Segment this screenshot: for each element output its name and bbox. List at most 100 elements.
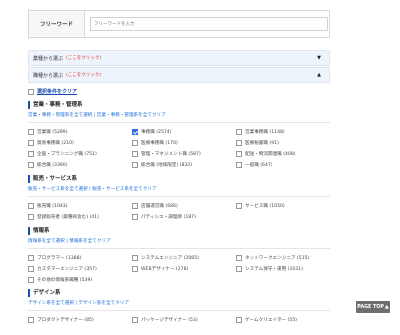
checkbox-checked[interactable] — [132, 128, 138, 135]
job-type-accordion[interactable]: 職種から選ぶ (ここをクリック) ▲ — [28, 67, 330, 83]
job-type-option-label: カスタマーエンジニア (357) — [37, 266, 97, 272]
checkbox[interactable] — [28, 316, 34, 323]
category-title: デザイン系 — [28, 289, 330, 297]
checkbox[interactable] — [132, 202, 138, 209]
job-type-option[interactable]: システムエンジニア (2065) — [132, 253, 236, 262]
checkbox[interactable] — [28, 254, 34, 261]
category-select-links[interactable]: デザイン系を全て選択 | デザイン系を全てクリア — [28, 300, 330, 307]
divider — [28, 310, 330, 311]
job-type-option-label: 企画・プランニング職 (751) — [37, 151, 97, 157]
job-type-accordion-note: (ここをクリック) — [66, 73, 102, 78]
checkbox[interactable] — [236, 128, 242, 135]
job-type-option[interactable]: 貿易事務職 (210) — [28, 138, 132, 147]
checkbox[interactable] — [28, 265, 34, 272]
job-type-option[interactable]: 店舗運営職 (686) — [132, 201, 236, 210]
industry-accordion[interactable]: 業種から選ぶ (ここをクリック) ▼ — [28, 50, 330, 66]
divider — [28, 122, 330, 123]
checkbox[interactable] — [28, 276, 34, 283]
job-type-option[interactable]: 管理・マネジメント職 (587) — [132, 149, 236, 158]
job-type-option[interactable]: その他の情報系職種 (539) — [28, 275, 132, 284]
job-type-option[interactable]: サービス職 (1050) — [236, 201, 340, 210]
job-type-option-label: 貿易事務職 (210) — [37, 140, 74, 146]
checkbox[interactable] — [28, 150, 34, 157]
checkbox[interactable] — [132, 161, 138, 168]
job-type-option-label: WEBデザイナー (278) — [141, 266, 189, 272]
job-type-option-label: サービス職 (1050) — [245, 203, 285, 209]
clear-all-label[interactable]: 選択条件をクリア — [37, 88, 77, 95]
category-select-links[interactable]: 営業・事務・管理系を全て選択 | 営業・事務・管理系を全てクリア — [28, 112, 330, 119]
job-type-option-label: 営業職 (5289) — [37, 129, 68, 135]
job-type-option[interactable]: 医療秘書職 (91) — [236, 138, 340, 147]
industry-accordion-note: (ここをクリック) — [66, 56, 102, 61]
arrow-up-icon: ▲ — [384, 304, 389, 310]
job-type-option[interactable]: ゲームクリエイター (55) — [236, 315, 340, 324]
checkbox[interactable] — [28, 161, 34, 168]
clear-all-checkbox[interactable] — [28, 88, 34, 95]
free-word-input[interactable] — [90, 17, 328, 31]
job-type-option-label: 登録販売者 (薬種商含む) (41) — [37, 214, 99, 220]
job-type-option[interactable]: パティシエ・調理師 (187) — [132, 212, 236, 221]
category-title: 情報系 — [28, 227, 330, 235]
job-type-option-label: 営業事務職 (1148) — [245, 129, 285, 135]
job-type-option-label: 配送・物流関連職 (408) — [245, 151, 296, 157]
job-type-option[interactable]: カスタマーエンジニア (357) — [28, 264, 132, 273]
checkbox[interactable] — [28, 202, 34, 209]
job-type-option[interactable]: システム保守・運用 (1031) — [236, 264, 340, 273]
job-type-option[interactable]: プログラマー (1388) — [28, 253, 132, 262]
job-type-option[interactable]: プロダクトデザイナー (85) — [28, 315, 132, 324]
category-title: 営業・事務・管理系 — [28, 101, 330, 109]
job-type-option-label: システム保守・運用 (1031) — [245, 266, 303, 272]
checkbox[interactable] — [236, 150, 242, 157]
job-type-option[interactable]: 総合職 (3360) — [28, 160, 132, 169]
checkbox[interactable] — [132, 139, 138, 146]
job-type-option[interactable]: 営業職 (5289) — [28, 127, 132, 136]
checkbox[interactable] — [236, 139, 242, 146]
job-type-option[interactable]: パッケージデザイナー (53) — [132, 315, 236, 324]
checkbox[interactable] — [236, 161, 242, 168]
job-type-option-label: 管理・マネジメント職 (587) — [141, 151, 201, 157]
clear-all-conditions[interactable]: 選択条件をクリア — [28, 88, 77, 95]
job-type-option[interactable]: 販売職 (1043) — [28, 201, 132, 210]
checkbox[interactable] — [28, 139, 34, 146]
checkbox[interactable] — [132, 316, 138, 323]
category-grid: プロダクトデザイナー (85) パッケージデザイナー (53) ゲームクリエイター … — [28, 315, 330, 324]
checkbox[interactable] — [132, 254, 138, 261]
checkbox[interactable] — [236, 265, 242, 272]
category-grid: 営業職 (5289) 事務職 (2574) 営業事務職 (1148) 貿易事務職 (2… — [28, 127, 330, 169]
checkbox[interactable] — [28, 128, 34, 135]
job-type-option-label: 事務職 (2574) — [141, 129, 172, 135]
job-type-option[interactable]: 配送・物流関連職 (408) — [236, 149, 340, 158]
job-type-option-label: プロダクトデザイナー (85) — [37, 317, 94, 323]
job-type-option[interactable]: WEBデザイナー (278) — [132, 264, 236, 273]
chevron-down-icon: ▼ — [317, 55, 321, 61]
checkbox[interactable] — [132, 265, 138, 272]
job-type-option[interactable]: 登録販売者 (薬種商含む) (41) — [28, 212, 132, 221]
job-type-option[interactable]: 一般職 (647) — [236, 160, 340, 169]
category-design: デザイン系 デザイン系を全て選択 | デザイン系を全てクリア プロダクトデザイナ… — [28, 289, 330, 324]
checkbox[interactable] — [28, 213, 34, 220]
category-sales-service: 販売・サービス系 販売・サービス系を全て選択 | 販売・サービス系を全てクリア … — [28, 175, 330, 221]
category-select-links[interactable]: 販売・サービス系を全て選択 | 販売・サービス系を全てクリア — [28, 186, 330, 193]
category-grid: 販売職 (1043) 店舗運営職 (686) サービス職 (1050) 登録販売者 (… — [28, 201, 330, 221]
job-type-option[interactable]: 総合職 (地域限定) (832) — [132, 160, 236, 169]
page-top-button[interactable]: PAGE TOP ▲ — [356, 301, 390, 313]
category-it: 情報系 情報系を全て選択 | 情報系を全てクリア プログラマー (1388) シス… — [28, 227, 330, 284]
checkbox[interactable] — [132, 213, 138, 220]
category-select-links[interactable]: 情報系を全て選択 | 情報系を全てクリア — [28, 238, 330, 245]
job-type-option[interactable]: ネットワークエンジニア (515) — [236, 253, 340, 262]
job-type-option-label: 医療秘書職 (91) — [245, 140, 279, 146]
search-cell — [85, 11, 329, 37]
category-grid: プログラマー (1388) システムエンジニア (2065) ネットワークエンジニア… — [28, 253, 330, 284]
job-type-option[interactable]: 企画・プランニング職 (751) — [28, 149, 132, 158]
job-type-option-label: 一般職 (647) — [245, 162, 273, 168]
free-word-label: フリーワード — [29, 11, 85, 37]
checkbox[interactable] — [236, 254, 242, 261]
job-type-option-label: ネットワークエンジニア (515) — [245, 255, 310, 261]
job-type-option[interactable]: 医療事務職 (170) — [132, 138, 236, 147]
checkbox[interactable] — [132, 150, 138, 157]
job-type-option[interactable]: 営業事務職 (1148) — [236, 127, 340, 136]
checkbox[interactable] — [236, 202, 242, 209]
job-type-option-label: システムエンジニア (2065) — [141, 255, 199, 261]
checkbox[interactable] — [236, 316, 242, 323]
job-type-option[interactable]: 事務職 (2574) — [132, 127, 236, 136]
